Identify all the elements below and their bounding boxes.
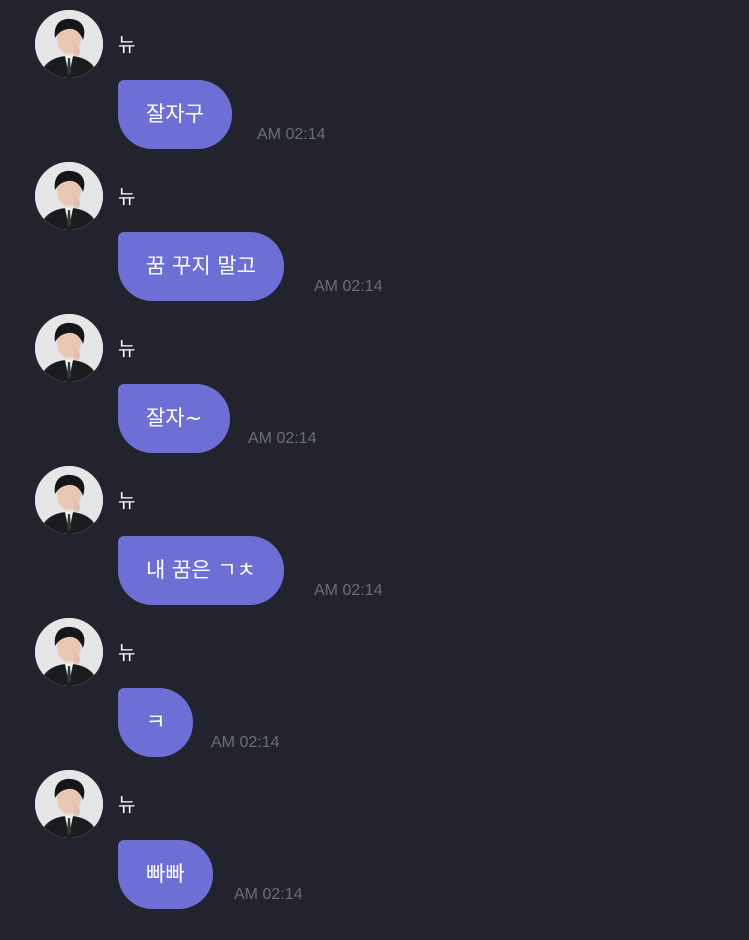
message-row: 뉴 ㅋ AM 02:14: [0, 618, 749, 770]
avatar[interactable]: [35, 10, 103, 78]
message-bubble[interactable]: ㅋ: [118, 688, 194, 757]
message-timestamp: AM 02:14: [314, 278, 383, 295]
avatar-photo-icon: [35, 770, 103, 838]
sender-name: 뉴: [118, 338, 136, 360]
avatar[interactable]: [35, 618, 103, 686]
message-bubble[interactable]: 빠빠: [118, 840, 213, 909]
sender-name: 뉴: [118, 186, 136, 208]
message-timestamp: AM 02:14: [234, 886, 303, 903]
message-bubble[interactable]: 잘자구: [118, 80, 232, 149]
message-timestamp: AM 02:14: [248, 430, 317, 447]
message-bubble[interactable]: 꿈 꾸지 말고: [118, 232, 284, 301]
message-row: 뉴 꿈 꾸지 말고 AM 02:14: [0, 162, 749, 314]
avatar-photo-icon: [35, 618, 103, 686]
avatar[interactable]: [35, 162, 103, 230]
message-timestamp: AM 02:14: [211, 734, 280, 751]
message-row: 뉴 잘자구 AM 02:14: [0, 10, 749, 162]
avatar[interactable]: [35, 314, 103, 382]
message-row: 뉴 내 꿈은 ㄱㅊ AM 02:14: [0, 466, 749, 618]
avatar-photo-icon: [35, 466, 103, 534]
message-timestamp: AM 02:14: [314, 582, 383, 599]
message-bubble[interactable]: 내 꿈은 ㄱㅊ: [118, 536, 284, 605]
avatar-photo-icon: [35, 10, 103, 78]
message-row: 뉴 잘자~ AM 02:14: [0, 314, 749, 466]
sender-name: 뉴: [118, 490, 136, 512]
chat-message-list[interactable]: 뉴 잘자구 AM 02:14 뉴 꿈 꾸지 말고 AM 02:14 뉴 잘자~ …: [0, 0, 749, 940]
avatar-photo-icon: [35, 314, 103, 382]
avatar[interactable]: [35, 770, 103, 838]
sender-name: 뉴: [118, 34, 136, 56]
sender-name: 뉴: [118, 642, 136, 664]
message-bubble[interactable]: 잘자~: [118, 384, 231, 453]
sender-name: 뉴: [118, 794, 136, 816]
avatar-photo-icon: [35, 162, 103, 230]
message-row: 뉴 빠빠 AM 02:14: [0, 770, 749, 922]
message-timestamp: AM 02:14: [257, 126, 326, 143]
avatar[interactable]: [35, 466, 103, 534]
